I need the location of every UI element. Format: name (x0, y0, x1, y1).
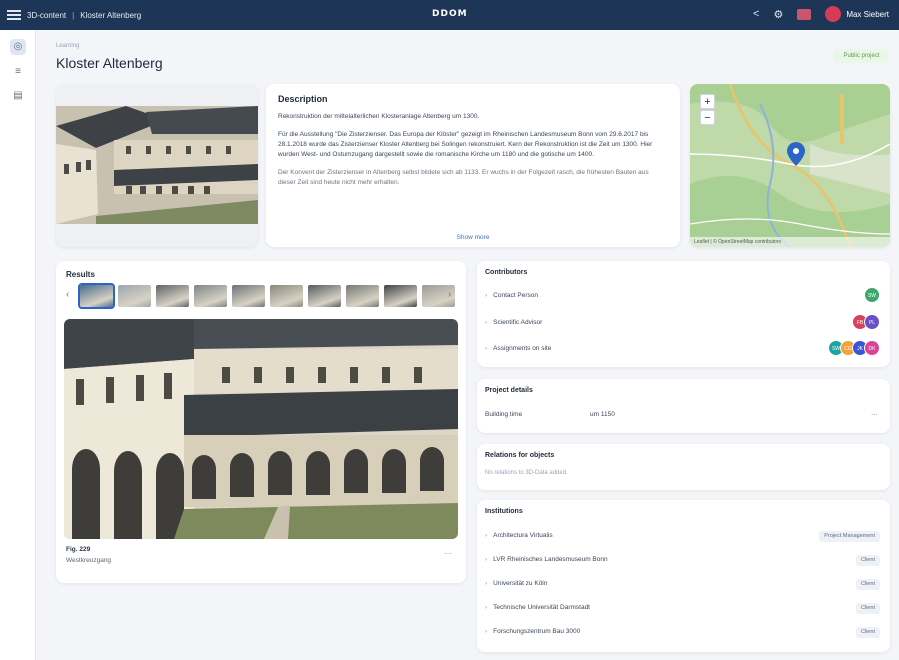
institution-role-tag: Client (855, 627, 880, 638)
avatar-group: SW CG JK DK (828, 340, 880, 356)
avatar[interactable]: PL (864, 314, 880, 330)
institution-role-tag: Client (855, 555, 880, 566)
left-rail: ◎ ≡ ▤ (0, 30, 36, 660)
result-thumbnail[interactable] (118, 285, 151, 307)
more-options-icon[interactable]: ⋯ (444, 549, 452, 558)
institution-role-tag: Project Management (819, 531, 880, 542)
chevron-right-icon: › (485, 604, 488, 611)
contributor-row[interactable]: › Assignments on site (485, 345, 551, 352)
page-title: Kloster Altenberg (56, 55, 163, 71)
top-bar: 3D-content | Kloster Altenberg DDOM < ⚙ … (0, 0, 899, 30)
contributor-role-label: Contact Person (493, 292, 538, 299)
contributor-role-label: Assignments on site (493, 345, 552, 352)
institutions-heading: Institutions (485, 508, 523, 515)
zoom-in-button[interactable]: + (700, 94, 715, 109)
description-paragraph: Der Konvent der Zisterzienser in Altenbe… (278, 169, 649, 186)
result-thumbnail[interactable] (232, 285, 265, 307)
apps-grid-icon[interactable] (797, 8, 812, 20)
relations-empty-text: No relations to 3D-Data added. (485, 470, 568, 476)
chevron-right-icon: › (485, 345, 488, 352)
avatar[interactable]: SW (864, 287, 880, 303)
list-icon[interactable]: ≡ (10, 64, 26, 80)
breadcrumb: 3D-content | Kloster Altenberg (27, 11, 141, 20)
project-details-card: Project details Building time um 1150 ⋯ (477, 379, 890, 433)
contributors-card: Contributors › Contact Person SW › Scientifi… (477, 261, 890, 367)
description-card: Description Rekonstruktion der mittelalt… (266, 84, 680, 247)
result-thumbnail[interactable] (308, 285, 341, 307)
result-thumbnail[interactable] (384, 285, 417, 307)
institution-label: Architectura Virtualis (493, 532, 553, 539)
detail-key: Building time (485, 411, 523, 418)
breadcrumb-item[interactable]: 3D-content (27, 11, 66, 20)
settings-icon[interactable]: ⚙ (773, 8, 783, 21)
results-card: Results ‹ › Fig. 229 Westkreuzgang ⋯ (56, 261, 466, 583)
institution-label: Forschungszentrum Bau 3000 (493, 628, 581, 635)
results-heading: Results (66, 270, 95, 279)
institution-role-tag: Client (855, 603, 880, 614)
chevron-left-icon[interactable]: ‹ (66, 289, 69, 300)
institution-label: Universität zu Köln (493, 580, 548, 587)
chevron-right-icon: › (485, 292, 488, 299)
institution-row[interactable]: › Universität zu Köln (485, 580, 547, 587)
brand-logo[interactable]: DDOM (432, 9, 468, 19)
globe-icon[interactable]: ◎ (10, 39, 26, 55)
contributor-role-label: Scientific Advisor (493, 319, 543, 326)
chevron-right-icon: › (485, 628, 488, 635)
institutions-card: Institutions › Architectura Virtualis Proj… (477, 500, 890, 652)
description-paragraph: Für die Ausstellung "Die Zisterzienser. … (278, 131, 653, 158)
show-more-link[interactable]: Show more (266, 234, 680, 241)
chevron-right-icon: › (485, 319, 488, 326)
avatar[interactable]: DK (864, 340, 880, 356)
institution-role-tag: Client (855, 579, 880, 590)
chevron-right-icon[interactable]: › (448, 289, 451, 300)
hero-image[interactable] (56, 84, 258, 247)
result-thumbnail[interactable] (270, 285, 303, 307)
institution-row[interactable]: › Technische Universität Darmstadt (485, 604, 590, 611)
breadcrumb-item[interactable]: Kloster Altenberg (80, 11, 141, 20)
map-widget[interactable]: + − Leaflet | © OpenStreetMap contributo… (690, 84, 890, 247)
result-caption-title: Fig. 229 (66, 546, 91, 553)
description-paragraph: Rekonstruktion der mittelalterlichen Klo… (278, 113, 480, 120)
result-thumbnail[interactable] (156, 285, 189, 307)
result-thumbnail[interactable] (78, 283, 115, 309)
institution-label: LVR Rheinisches Landesmuseum Bonn (493, 556, 608, 563)
avatar-group: SW (864, 287, 880, 303)
relations-heading: Relations for objects (485, 452, 555, 459)
more-options-icon[interactable]: ⋯ (871, 411, 878, 419)
institution-row[interactable]: › LVR Rheinisches Landesmuseum Bonn (485, 556, 608, 563)
share-icon[interactable]: < (753, 8, 759, 20)
institution-row[interactable]: › Architectura Virtualis (485, 532, 553, 539)
map-attribution: Leaflet | © OpenStreetMap contributors (690, 237, 890, 247)
chevron-right-icon: › (485, 532, 488, 539)
status-badge[interactable]: Public project (834, 49, 889, 63)
chevron-right-icon: › (485, 580, 488, 587)
result-thumbnail[interactable] (194, 285, 227, 307)
avatar (825, 6, 842, 22)
description-heading: Description (278, 94, 328, 104)
thumbnail-strip (78, 283, 456, 309)
user-name: Max Siebert (846, 9, 889, 19)
project-details-heading: Project details (485, 387, 533, 394)
contributor-row[interactable]: › Contact Person (485, 292, 538, 299)
institution-label: Technische Universität Darmstadt (493, 604, 590, 611)
institution-row[interactable]: › Forschungszentrum Bau 3000 (485, 628, 580, 635)
result-thumbnail[interactable] (346, 285, 379, 307)
pre-title: Learning (56, 43, 80, 49)
menu-icon[interactable] (7, 10, 21, 20)
zoom-out-button[interactable]: − (700, 110, 715, 125)
detail-value: um 1150 (590, 411, 615, 418)
avatar-group: FB PL (852, 314, 880, 330)
user-menu[interactable]: Max Siebert (825, 6, 889, 22)
layers-icon[interactable]: ▤ (10, 88, 26, 104)
breadcrumb-separator: | (72, 10, 75, 20)
result-image[interactable] (64, 319, 458, 539)
chevron-right-icon: › (485, 556, 488, 563)
contributor-row[interactable]: › Scientific Advisor (485, 319, 542, 326)
contributors-heading: Contributors (485, 269, 528, 276)
top-right-actions: < ⚙ Max Siebert (753, 6, 889, 22)
relations-card: Relations for objects No relations to 3D… (477, 444, 890, 490)
result-caption-subtitle: Westkreuzgang (66, 557, 112, 564)
